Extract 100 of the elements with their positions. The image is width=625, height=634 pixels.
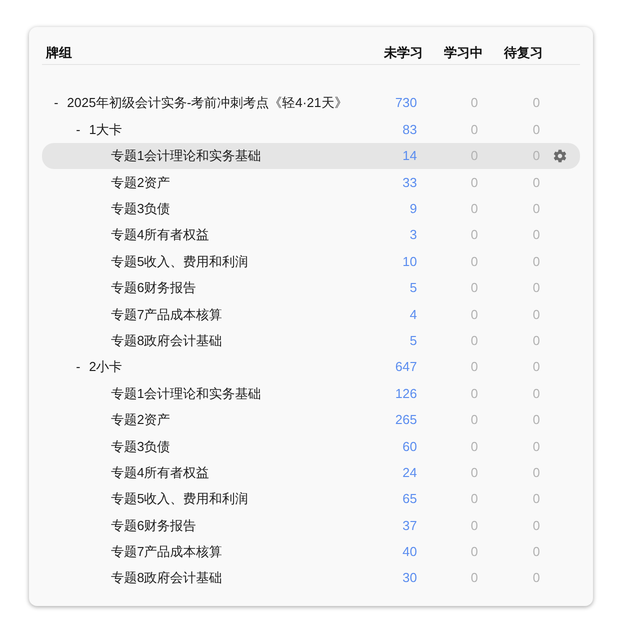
review-count: 0	[532, 94, 540, 112]
deck-row[interactable]: 专题8政府会计基础 5 0 0	[42, 328, 580, 354]
collapse-toggle[interactable]: -	[76, 120, 89, 140]
review-count: 0	[532, 120, 540, 139]
new-count: 83	[402, 120, 417, 139]
deck-row[interactable]: 专题6财务报告 37 0 0	[42, 512, 580, 539]
deck-row[interactable]: 专题2资产 33 0 0	[42, 169, 580, 196]
learning-count: 0	[470, 411, 479, 430]
new-count: 33	[402, 174, 417, 192]
deck-name[interactable]: 专题6财务报告	[111, 516, 196, 536]
deck-name[interactable]: 专题7产品成本核算	[111, 542, 222, 562]
new-count: 3	[408, 226, 417, 244]
deck-name[interactable]: 专题5收入、费用和利润	[111, 252, 248, 272]
new-count: 730	[394, 94, 417, 112]
review-count: 0	[532, 200, 540, 218]
learning-count: 0	[470, 464, 479, 482]
deck-row[interactable]: 专题5收入、费用和利润 65 0 0	[42, 486, 580, 512]
deck-name[interactable]: 专题8政府会计基础	[111, 330, 222, 350]
deck-row[interactable]: 专题1会计理论和实务基础 126 0 0	[42, 380, 580, 407]
learning-count: 0	[470, 490, 479, 508]
deck-row[interactable]: 专题3负债 60 0 0	[42, 433, 580, 460]
new-count: 65	[402, 490, 417, 508]
column-header: 学习中	[443, 44, 483, 62]
deck-row[interactable]: - 1大卡 83 0 0	[42, 116, 580, 143]
review-count: 0	[532, 332, 540, 350]
deck-row[interactable]: 专题2资产 265 0 0	[42, 406, 580, 434]
deck-name[interactable]: 专题3负债	[111, 199, 170, 218]
review-count: 0	[532, 384, 540, 403]
deck-row[interactable]: - 2小卡 647 0 0	[42, 354, 580, 380]
column-header: 未学习	[383, 44, 423, 62]
new-count: 60	[402, 438, 417, 456]
review-count: 0	[532, 358, 540, 376]
review-count: 0	[532, 226, 540, 244]
deck-name[interactable]: 专题2资产	[111, 172, 170, 192]
learning-count: 0	[470, 120, 479, 139]
learning-count: 0	[470, 332, 479, 350]
learning-count: 0	[470, 438, 479, 456]
new-count: 40	[402, 543, 417, 562]
deck-name[interactable]: 2025年初级会计实务-考前冲刺考点《轻4·21天》	[67, 93, 348, 113]
deck-name[interactable]: 专题4所有者权益	[111, 462, 210, 482]
new-count: 30	[402, 569, 417, 588]
new-count: 5	[408, 332, 417, 350]
learning-count: 0	[470, 174, 479, 192]
review-count: 0	[532, 569, 540, 588]
deck-row[interactable]: - 2025年初级会计实务-考前冲刺考点《轻4·21天》 730 0 0	[42, 90, 580, 116]
deck-row[interactable]: 专题7产品成本核算 40 0 0	[42, 538, 580, 566]
review-count: 0	[532, 543, 540, 562]
collapse-toggle[interactable]: -	[54, 93, 67, 113]
learning-count: 0	[470, 384, 479, 403]
new-count: 4	[408, 306, 417, 324]
deck-row[interactable]: 专题4所有者权益 24 0 0	[42, 459, 580, 486]
deck-name[interactable]: 专题8政府会计基础	[111, 568, 222, 588]
learning-count: 0	[470, 516, 479, 535]
review-count: 0	[532, 306, 540, 324]
deck-row[interactable]: 专题3负债 9 0 0	[42, 196, 580, 222]
learning-count: 0	[470, 569, 479, 588]
deck-name[interactable]: 1大卡	[89, 120, 122, 140]
learning-count: 0	[470, 543, 479, 562]
learning-count: 0	[470, 94, 479, 112]
learning-count: 0	[470, 200, 479, 218]
deck-name[interactable]: 2小卡	[89, 357, 122, 377]
review-count: 0	[532, 464, 540, 482]
column-header: 牌组	[44, 44, 73, 62]
deck-name[interactable]: 专题7产品成本核算	[111, 304, 222, 324]
deck-name[interactable]: 专题1会计理论和实务基础	[111, 146, 262, 166]
review-count: 0	[532, 279, 540, 298]
review-count: 0	[532, 174, 540, 192]
new-count: 14	[402, 147, 417, 166]
deck-name[interactable]: 专题4所有者权益	[111, 225, 210, 245]
deck-row[interactable]: 专题6财务报告 5 0 0	[42, 274, 580, 302]
learning-count: 0	[470, 226, 479, 244]
deck-name[interactable]: 专题2资产	[111, 410, 170, 430]
review-count: 0	[532, 252, 540, 271]
column-header: 待复习	[502, 44, 543, 62]
learning-count: 0	[470, 306, 479, 324]
deck-row[interactable]: 专题4所有者权益 3 0 0	[42, 222, 580, 248]
review-count: 0	[532, 490, 540, 508]
review-count: 0	[532, 516, 540, 535]
deck-name[interactable]: 专题1会计理论和实务基础	[111, 384, 262, 404]
new-count: 126	[394, 384, 417, 403]
new-count: 647	[394, 358, 417, 376]
settings-icon[interactable]	[553, 148, 567, 163]
new-count: 5	[408, 279, 417, 298]
new-count: 9	[408, 200, 417, 218]
new-count: 265	[394, 411, 417, 430]
deck-row[interactable]: 专题8政府会计基础 30 0 0	[42, 565, 580, 592]
deck-row[interactable]: 专题7产品成本核算 4 0 0	[42, 301, 580, 328]
deck-name[interactable]: 专题3负债	[111, 436, 170, 456]
learning-count: 0	[470, 279, 479, 298]
learning-count: 0	[470, 252, 479, 271]
deck-name[interactable]: 专题6财务报告	[111, 278, 196, 298]
learning-count: 0	[470, 358, 479, 376]
deck-name[interactable]: 专题5收入、费用和利润	[111, 489, 248, 509]
collapse-toggle[interactable]: -	[76, 357, 89, 377]
new-count: 10	[402, 252, 417, 271]
new-count: 24	[402, 464, 417, 482]
new-count: 37	[402, 516, 417, 535]
review-count: 0	[532, 438, 540, 456]
deck-row[interactable]: 专题5收入、费用和利润 10 0 0	[42, 248, 580, 275]
review-count: 0	[532, 411, 540, 430]
